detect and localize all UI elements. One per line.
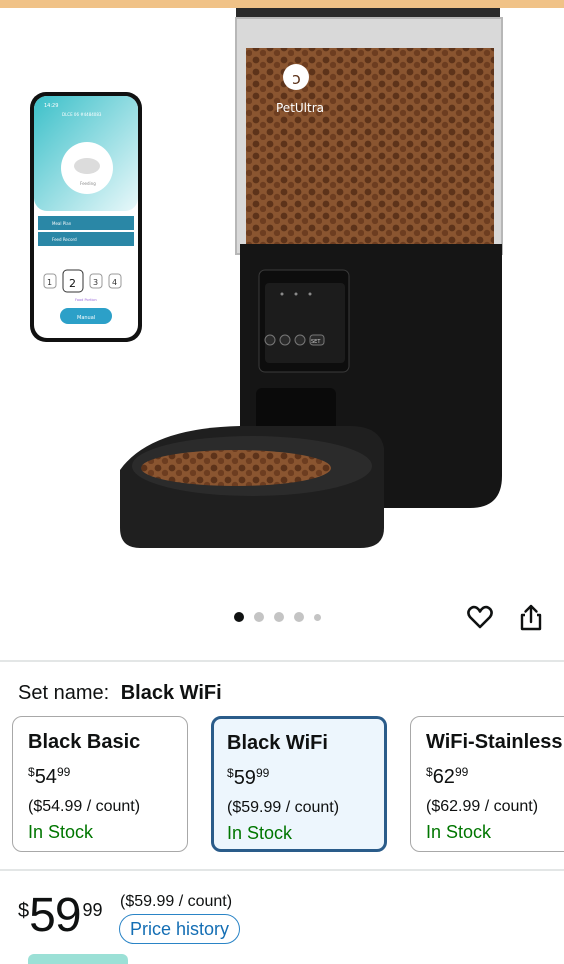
variant-stock: In Stock bbox=[227, 823, 293, 843]
variant-selector: Black Basic $5499 ($54.99 / count) In St… bbox=[12, 716, 564, 856]
svg-text:2: 2 bbox=[69, 277, 76, 290]
set-name-value: Black WiFi bbox=[120, 682, 222, 704]
carousel-dot[interactable] bbox=[254, 612, 264, 622]
price-unit: ($59.99 / count) bbox=[120, 893, 233, 910]
variant-option[interactable]: Black Basic $5499 ($54.99 / count) In St… bbox=[12, 716, 188, 852]
svg-text:3: 3 bbox=[93, 278, 98, 287]
product-image: ↄ PetUltra SET 14:29 DLCE 06 #4484083 Fe… bbox=[30, 8, 503, 548]
variant-name: WiFi-Stainless bbox=[426, 731, 563, 753]
favorite-button[interactable] bbox=[465, 602, 495, 632]
divider bbox=[0, 869, 564, 871]
svg-text:Manual: Manual bbox=[77, 315, 95, 321]
product-image-gallery[interactable]: ↄ PetUltra SET 14:29 DLCE 06 #4484083 Fe… bbox=[0, 8, 564, 598]
svg-text:Feeding: Feeding bbox=[80, 181, 96, 186]
share-button[interactable] bbox=[516, 602, 546, 632]
svg-text:Feed Record: Feed Record bbox=[52, 237, 77, 242]
svg-text:1: 1 bbox=[47, 278, 52, 287]
set-name: Set name: Black WiFi bbox=[18, 682, 222, 705]
svg-text:SET: SET bbox=[311, 339, 321, 345]
carousel-dot[interactable] bbox=[314, 613, 321, 621]
price-whole: 59 bbox=[29, 889, 81, 942]
variant-name: Black WiFi bbox=[227, 732, 328, 754]
svg-text:14:29: 14:29 bbox=[44, 103, 58, 109]
top-strip bbox=[0, 0, 564, 8]
set-name-label: Set name: bbox=[18, 682, 110, 704]
heart-icon bbox=[467, 605, 493, 629]
price-history-button[interactable]: Price history bbox=[119, 914, 241, 944]
badge-peek bbox=[28, 954, 128, 964]
svg-text:Meal Plan: Meal Plan bbox=[52, 221, 72, 226]
share-icon bbox=[520, 604, 542, 631]
svg-text:4: 4 bbox=[112, 278, 117, 287]
variant-unit-price: ($62.99 / count) bbox=[426, 798, 539, 815]
variant-option-selected[interactable]: Black WiFi $5999 ($59.99 / count) In Sto… bbox=[211, 716, 387, 852]
variant-unit-price: ($59.99 / count) bbox=[227, 799, 340, 816]
price-display: $ 59 99 bbox=[18, 892, 103, 940]
variant-price: $6299 bbox=[426, 765, 469, 788]
carousel-dot[interactable] bbox=[294, 612, 304, 622]
variant-stock: In Stock bbox=[426, 822, 492, 842]
carousel-dot[interactable] bbox=[274, 612, 284, 622]
svg-text:Food Portion: Food Portion bbox=[75, 298, 97, 302]
variant-price: $5999 bbox=[227, 766, 270, 789]
variant-stock: In Stock bbox=[28, 822, 94, 842]
svg-text:ↄ: ↄ bbox=[292, 69, 301, 88]
variant-option[interactable]: WiFi-Stainless $6299 ($62.99 / count) In… bbox=[410, 716, 564, 852]
variant-unit-price: ($54.99 / count) bbox=[28, 798, 141, 815]
variant-name: Black Basic bbox=[28, 731, 141, 753]
price-fraction: 99 bbox=[82, 900, 103, 920]
price-symbol: $ bbox=[18, 900, 30, 922]
svg-text:DLCE 06 #4484083: DLCE 06 #4484083 bbox=[62, 112, 102, 117]
svg-text:PetUltra: PetUltra bbox=[276, 101, 324, 115]
image-carousel-dots[interactable] bbox=[234, 612, 321, 622]
carousel-dot[interactable] bbox=[234, 612, 244, 622]
variant-price: $5499 bbox=[28, 765, 71, 788]
divider bbox=[0, 660, 564, 662]
